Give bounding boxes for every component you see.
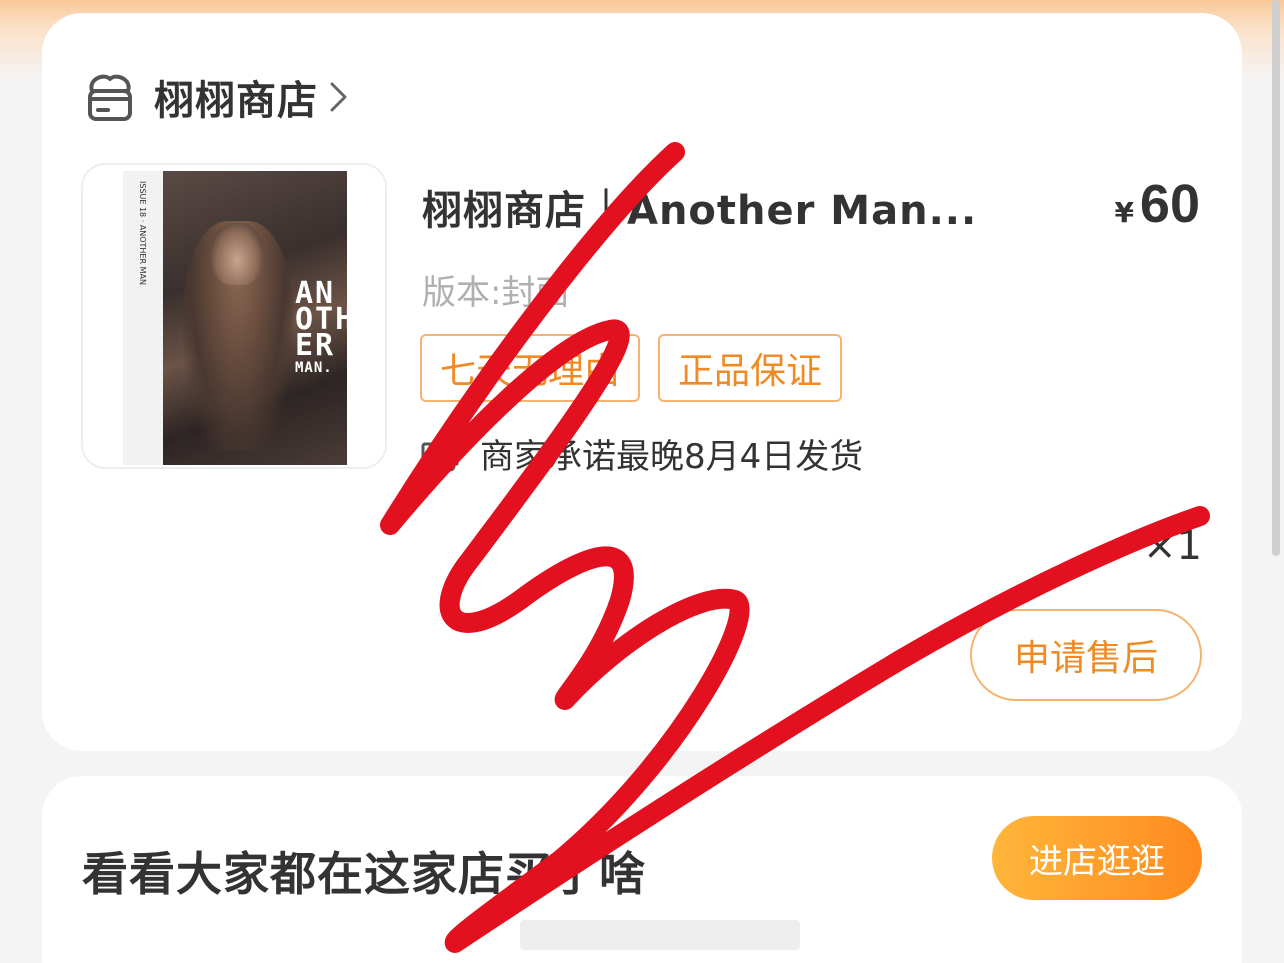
cover-spine-text: ISSUE 18 · ANOTHER MAN bbox=[138, 181, 147, 285]
product-title[interactable]: 栩栩商店｜Another Man... bbox=[422, 178, 1002, 236]
shipping-text: 商家承诺最晚8月4日发货 bbox=[480, 437, 864, 477]
recommend-title: 看看大家都在这家店买了啥 bbox=[82, 847, 646, 901]
cover-title: AN OTH ER MAN. bbox=[295, 279, 355, 377]
magazine-cover: ISSUE 18 · ANOTHER MAN AN OTH ER MAN. bbox=[123, 171, 353, 465]
cover-photo: AN OTH ER MAN. bbox=[163, 171, 353, 465]
shipping-note: 商家承诺最晚8月4日发货 bbox=[420, 429, 863, 478]
scrollbar[interactable] bbox=[1272, 0, 1280, 556]
after-sales-button[interactable]: 申请售后 bbox=[970, 609, 1202, 701]
visit-shop-button[interactable]: 进店逛逛 bbox=[992, 816, 1202, 900]
shop-icon bbox=[88, 74, 132, 121]
product-variant: 版本:封面 bbox=[422, 273, 570, 313]
tag-seven-day-return: 七天无理由 bbox=[420, 334, 641, 402]
service-tags: 七天无理由 正品保证 bbox=[420, 334, 843, 402]
cover-title-line: MAN. bbox=[295, 360, 333, 376]
cover-head bbox=[211, 223, 263, 285]
cover-spine: ISSUE 18 · ANOTHER MAN bbox=[123, 171, 163, 465]
tag-authentic-guarantee: 正品保证 bbox=[658, 334, 843, 402]
currency-symbol: ¥ bbox=[1114, 196, 1134, 229]
order-card: 栩栩商店 ISSUE 18 · ANOTHER MAN AN OTH ER MA… bbox=[42, 13, 1242, 751]
truck-icon bbox=[421, 442, 459, 471]
product-price: ¥ 60 bbox=[1114, 173, 1200, 235]
price-value: 60 bbox=[1139, 174, 1200, 234]
quantity: ×1 bbox=[1143, 523, 1202, 569]
shop-header[interactable]: 栩栩商店 bbox=[82, 69, 350, 125]
blurred-content bbox=[520, 920, 800, 950]
product-thumbnail[interactable]: ISSUE 18 · ANOTHER MAN AN OTH ER MAN. bbox=[81, 163, 387, 469]
chevron-right-icon bbox=[330, 82, 347, 112]
shop-name: 栩栩商店 bbox=[154, 78, 318, 124]
